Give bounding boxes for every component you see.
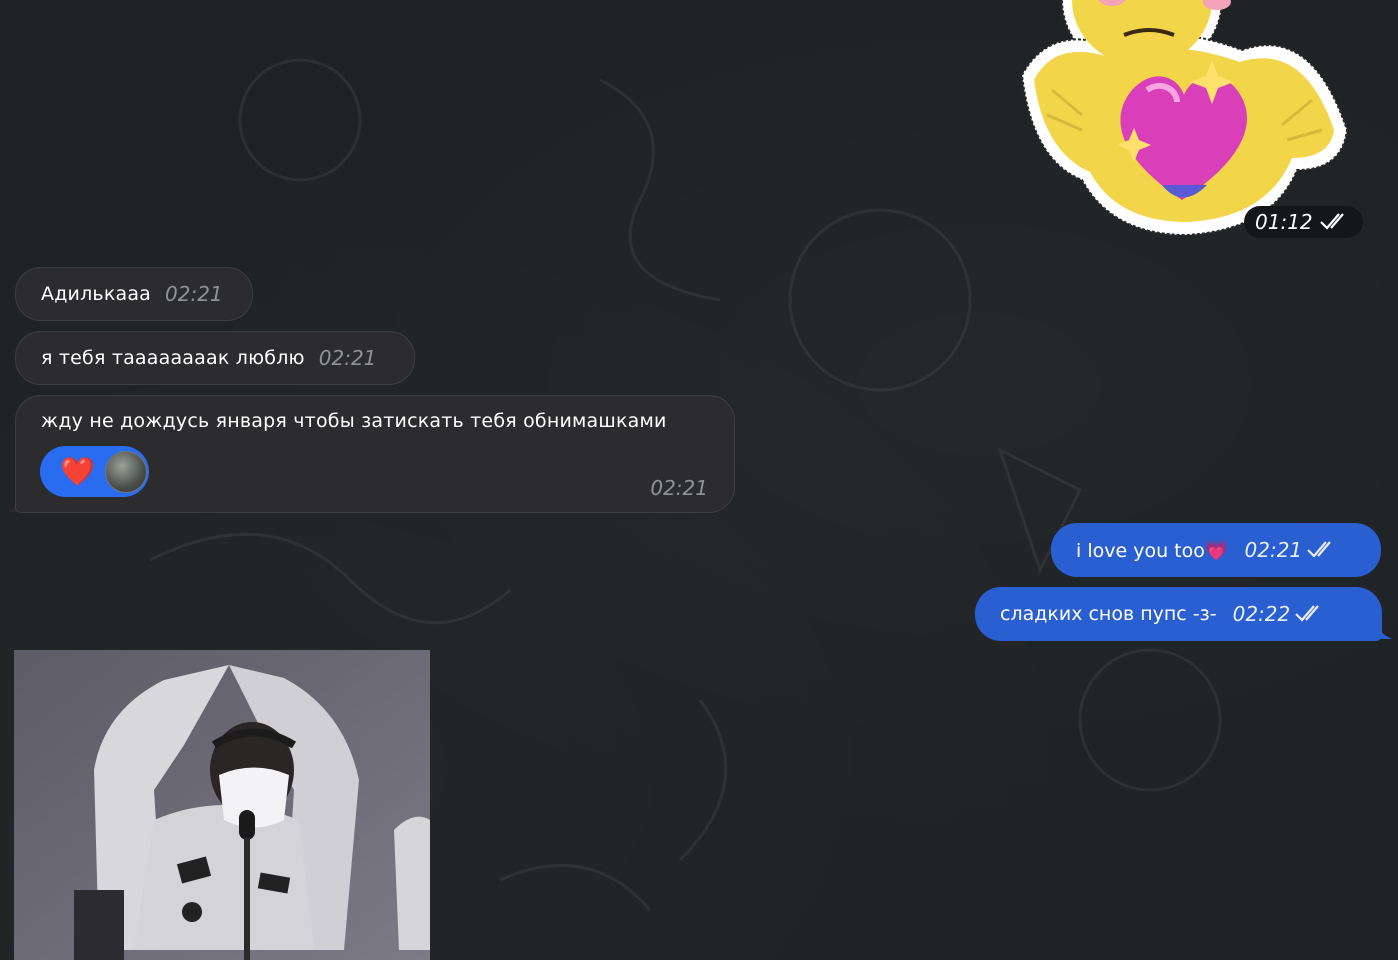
sticker-timestamp: 01:12 <box>1244 206 1363 238</box>
sticker-time-text: 01:12 <box>1255 210 1313 234</box>
message-text: Адилькааа <box>41 283 152 305</box>
incoming-message[interactable]: Адилькааа 02:21 <box>15 267 253 321</box>
heart-reaction-icon: ❤️ <box>60 454 95 488</box>
message-time: 02:21 <box>1244 538 1303 562</box>
read-checks-icon <box>1295 605 1320 622</box>
message-time: 02:21 <box>318 346 377 370</box>
chat-area[interactable]: 01:12 Адилькааа 02:21 я тебя таааааааак … <box>0 0 1398 960</box>
message-time: 02:22 <box>1232 602 1291 626</box>
read-checks-icon <box>1319 213 1344 230</box>
message-text: я тебя таааааааак люблю <box>41 347 305 369</box>
outgoing-message[interactable]: сладких снов пупс -з- 02:22 <box>975 587 1382 641</box>
reactor-avatar[interactable] <box>104 450 147 493</box>
message-text: сладких снов пупс -з- <box>1000 603 1217 625</box>
outgoing-message[interactable]: i love you too💗 02:21 <box>1051 523 1381 577</box>
photo-message[interactable] <box>14 650 430 960</box>
message-time: 02:21 <box>165 282 223 306</box>
reaction-pill[interactable]: ❤️ <box>40 446 149 497</box>
message-time: 02:21 <box>650 476 708 500</box>
message-text: i love you too💗 <box>1076 539 1229 562</box>
message-text: жду не дождусь января чтобы затискать те… <box>41 410 667 432</box>
incoming-message[interactable]: я тебя таааааааак люблю 02:21 <box>15 331 415 385</box>
person-making-heart-photo <box>14 650 430 960</box>
read-checks-icon <box>1307 541 1331 558</box>
